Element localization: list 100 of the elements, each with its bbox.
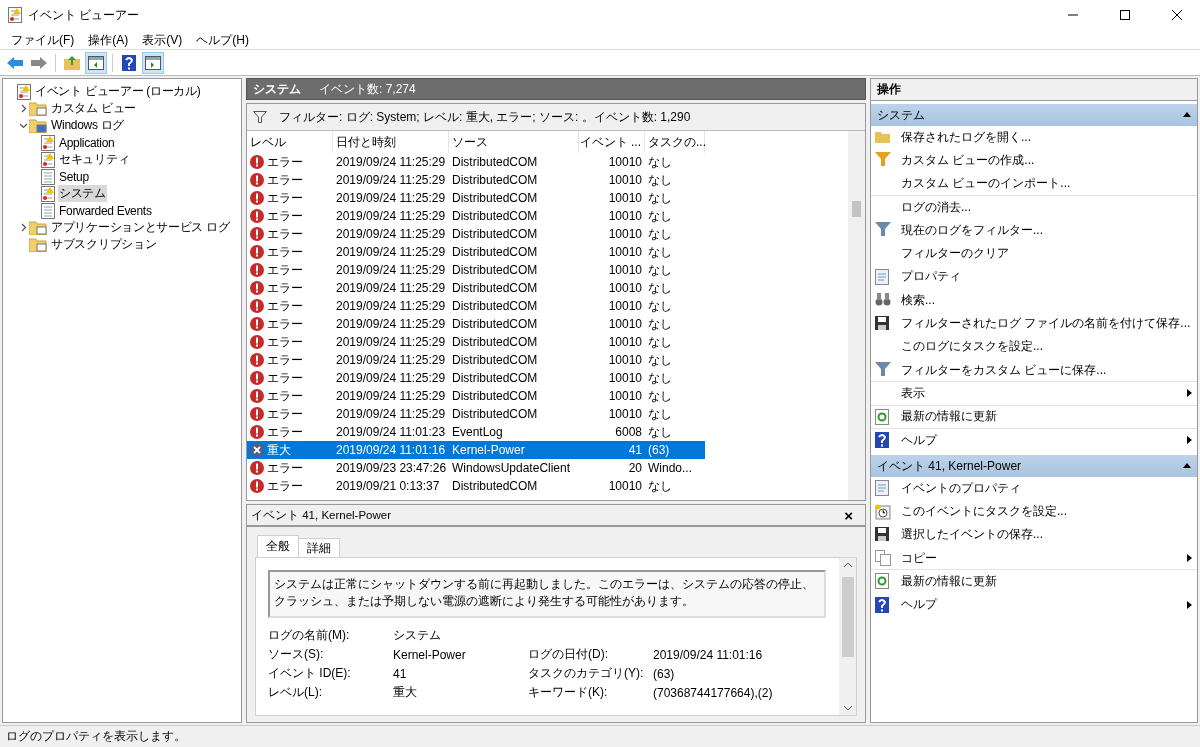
tree-item[interactable]: サブスクリプション [50,236,158,253]
event-message: システムは正常にシャットダウンする前に再起動しました。このエラーは、システムの応答の停止、クラッシュ、または予期しない電源の遮断により発生する可能性があります。 [268,570,826,618]
error-icon [250,173,264,187]
action-item[interactable]: カスタム ビューのインポート... [871,172,1197,196]
table-cell-text: 10010 [607,172,643,189]
table-cell-text: DistributedCOM [451,262,539,279]
action-item[interactable]: 現在のログをフィルター... [871,219,1197,243]
table-row[interactable]: エラー 2019/09/24 11:01:23 EventLog 6008 なし [247,423,705,441]
action-item[interactable]: プロパティ [871,265,1197,290]
table-row[interactable]: エラー 2019/09/24 11:25:29 DistributedCOM 10010 なし [247,225,705,243]
section-header[interactable]: システム [871,104,1197,126]
section-header[interactable]: イベント 41, Kernel-Power [871,455,1197,478]
error-icon [250,263,264,277]
table-row[interactable]: エラー 2019/09/24 11:25:29 DistributedCOM 10010 なし [247,189,705,207]
table-row[interactable]: エラー 2019/09/24 11:25:29 DistributedCOM 10010 なし [247,207,705,225]
table-cell-text: 10010 [607,388,643,405]
action-item[interactable]: ログの消去... [871,195,1197,220]
scroll-up-icon[interactable] [843,562,852,567]
error-icon [250,155,264,169]
action-item[interactable]: ヘルプ [871,593,1197,617]
table-cell-text: DistributedCOM [451,280,539,297]
menu-item[interactable]: ヘルプ(H) [189,30,256,49]
menu-item[interactable]: ファイル(F) [4,30,82,49]
log-alert-icon [8,7,22,23]
table-cell-text: なし [647,189,673,207]
toolbar-button[interactable] [85,51,107,74]
column-header[interactable]: レベル [247,131,333,153]
tree-item[interactable]: イベント ビューアー (ローカル) [34,83,202,100]
toolbar-button[interactable] [142,51,164,74]
table-cell-text: DistributedCOM [451,226,539,243]
table-row[interactable]: エラー 2019/09/24 11:25:29 DistributedCOM 10010 なし [247,333,705,351]
help-icon [875,596,889,613]
table-row[interactable]: エラー 2019/09/24 11:25:29 DistributedCOM 10010 なし [247,351,705,369]
table-row[interactable]: エラー 2019/09/24 11:25:29 DistributedCOM 10010 なし [247,387,705,405]
tree-item[interactable]: セキュリティ [58,151,131,168]
action-item[interactable]: フィルターをカスタム ビューに保存... [871,358,1197,383]
table-row[interactable]: エラー 2019/09/24 11:25:29 DistributedCOM 10010 なし [247,261,705,279]
table-row[interactable]: エラー 2019/09/24 11:25:29 DistributedCOM 10010 なし [247,405,705,423]
tree-item[interactable]: アプリケーションとサービス ログ [50,219,231,236]
table-row[interactable]: エラー 2019/09/24 11:25:29 DistributedCOM 10010 なし [247,243,705,261]
table-cell-text: Kernel-Power [451,442,526,459]
action-item[interactable]: フィルターされたログ ファイルの名前を付けて保存... [871,312,1197,336]
table-cell-text: なし [647,351,673,369]
action-item[interactable]: 最新の情報に更新 [871,570,1197,594]
table-cell: エラー [267,423,303,441]
table-row[interactable]: エラー 2019/09/24 11:25:29 DistributedCOM 10010 なし [247,279,705,297]
tree-item[interactable]: カスタム ビュー [50,100,137,117]
column-header[interactable]: 日付と時刻 [333,131,449,153]
folder-icon [29,118,47,133]
action-item[interactable]: 選択したイベントの保存... [871,523,1197,548]
tree-item[interactable]: Windows ログ [50,117,125,134]
tab[interactable]: 詳細 [298,538,340,557]
tree-item[interactable]: Application [58,135,116,150]
table-row[interactable]: エラー 2019/09/24 11:25:29 DistributedCOM 10010 なし [247,153,705,171]
table-cell-text: DistributedCOM [451,316,539,333]
close-button[interactable]: × [840,506,857,524]
table-row[interactable]: エラー 2019/09/21 0:13:37 DistributedCOM 10010 なし [247,477,705,495]
column-header[interactable]: イベント ... [579,131,645,153]
scroll-down-icon[interactable] [843,706,852,711]
table-cell-text: 10010 [607,280,643,297]
table-cell: エラー [267,405,303,423]
refresh-icon [875,408,889,425]
table-cell-text: EventLog [451,424,504,441]
table-cell-text: 2019/09/24 11:01:23 [335,424,447,441]
tab[interactable]: 全般 [257,535,299,557]
action-item[interactable]: ヘルプ [871,428,1197,453]
event-count: イベント数: 7,274 [319,80,416,98]
log-title: システム [253,80,301,98]
properties-icon [875,268,889,285]
tree-item[interactable]: Forwarded Events [58,203,153,218]
scrollbar-thumb[interactable] [852,201,861,217]
field-label: ソース(S): [268,646,325,663]
column-header[interactable]: タスクの... [645,131,705,153]
action-item[interactable]: カスタム ビューの作成... [871,149,1197,173]
scrollbar[interactable] [848,131,865,500]
action-item[interactable]: フィルターのクリア [871,242,1197,266]
field-value: 重大 [393,684,418,701]
action-item[interactable]: 表示 [871,382,1197,406]
action-item[interactable]: このログにタスクを設定... [871,335,1197,359]
filter-icon [875,152,891,167]
column-header[interactable]: ソース [449,131,579,153]
action-item[interactable]: イベントのプロパティ [871,477,1197,501]
scrollbar[interactable] [839,558,856,715]
table-row[interactable]: エラー 2019/09/24 11:25:29 DistributedCOM 10010 なし [247,171,705,189]
tree-item[interactable]: システム [58,185,107,202]
menu-item[interactable]: 操作(A) [81,30,136,49]
action-item[interactable]: 保存されたログを開く... [871,126,1197,150]
table-row[interactable]: 重大 2019/09/24 11:01:16 Kernel-Power 41 (63) [247,441,705,459]
table-row[interactable]: エラー 2019/09/24 11:25:29 DistributedCOM 10010 なし [247,369,705,387]
action-item[interactable]: このイベントにタスクを設定... [871,500,1197,524]
table-row[interactable]: エラー 2019/09/23 23:47:26 WindowsUpdateClient 20 Windo... [247,459,705,477]
table-cell-text: 41 [627,442,643,459]
tree-item[interactable]: Setup [58,169,90,184]
menu-item[interactable]: 表示(V) [135,30,190,49]
table-row[interactable]: エラー 2019/09/24 11:25:29 DistributedCOM 10010 なし [247,315,705,333]
table-row[interactable]: エラー 2019/09/24 11:25:29 DistributedCOM 10010 なし [247,297,705,315]
action-item[interactable]: 検索... [871,289,1197,313]
action-item[interactable]: コピー [871,547,1197,571]
scrollbar-thumb[interactable] [841,576,854,657]
action-item[interactable]: 最新の情報に更新 [871,405,1197,429]
